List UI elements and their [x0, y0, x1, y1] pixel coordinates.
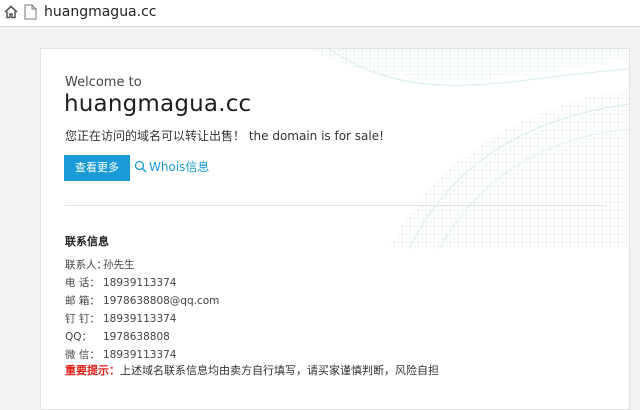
view-more-button[interactable]: 查看更多 [64, 155, 130, 181]
contact-label: QQ： [65, 331, 93, 343]
sale-text: 您正在访问的域名可以转让出售！ the domain is for sale! [65, 129, 384, 143]
whois-link-label: Whois信息 [149, 160, 210, 174]
important-notice: 重要提示：上述域名联系信息均由卖方自行填写，请买家谨慎判断，风险自担 [65, 362, 439, 378]
contact-heading: 联系信息 [65, 235, 109, 248]
contact-value: 18939113374 [103, 313, 177, 325]
contact-row-qq: QQ： 1978638808 [65, 329, 170, 344]
notice-text: 上述域名联系信息均由卖方自行填写，请买家谨慎判断，风险自担 [120, 364, 439, 377]
whois-link[interactable]: Whois信息 [134, 159, 209, 175]
contact-row-dingtalk: 钉 钉： 18939113374 [65, 311, 177, 326]
decorative-wave-background [309, 49, 629, 249]
contact-value: 孙先生 [103, 259, 135, 271]
contact-label: 联系人： [65, 259, 107, 271]
address-bar[interactable]: huangmagua.cc [0, 0, 640, 27]
contact-label: 邮 箱： [65, 295, 100, 307]
contact-label: 电 话： [65, 277, 100, 289]
domain-title: huangmagua.cc [64, 91, 252, 117]
home-icon[interactable] [3, 4, 19, 20]
contact-label: 微 信： [65, 349, 100, 361]
domain-sale-card: Welcome to huangmagua.cc 您正在访问的域名可以转让出售！… [40, 48, 630, 410]
contact-value: 18939113374 [103, 277, 177, 289]
url-text[interactable]: huangmagua.cc [44, 3, 157, 21]
contact-value: 18939113374 [103, 349, 177, 361]
contact-label: 钉 钉： [65, 313, 100, 325]
contact-row-email: 邮 箱： 1978638808@qq.com [65, 293, 219, 308]
welcome-text: Welcome to [65, 75, 142, 90]
search-icon [134, 160, 147, 173]
divider [65, 205, 606, 206]
contact-row-name: 联系人：孙先生 [65, 257, 135, 272]
contact-row-phone: 电 话： 18939113374 [65, 275, 177, 290]
contact-row-wechat: 微 信： 18939113374 [65, 347, 177, 362]
page-icon [24, 4, 37, 20]
contact-value: 1978638808@qq.com [103, 295, 220, 307]
notice-label: 重要提示： [65, 364, 120, 377]
contact-value: 1978638808 [103, 331, 170, 343]
